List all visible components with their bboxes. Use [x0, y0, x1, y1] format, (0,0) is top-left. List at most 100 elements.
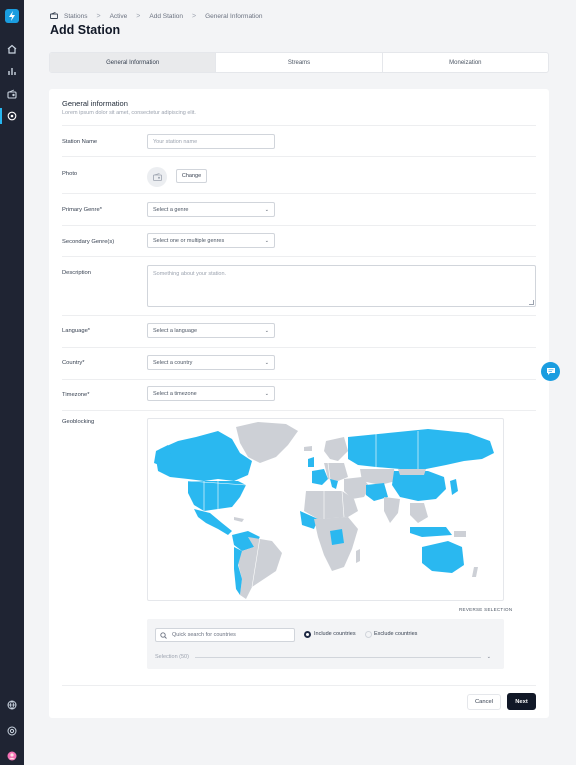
help-icon[interactable] — [6, 725, 18, 737]
primary-genre-label: Primary Genre* — [62, 207, 102, 213]
divider — [62, 256, 536, 257]
breadcrumb-item[interactable]: Add Station — [149, 13, 183, 20]
map-country — [304, 446, 312, 451]
divider — [62, 410, 536, 411]
section-title: General information — [62, 99, 128, 108]
geoblocking-label: Geoblocking — [62, 419, 95, 425]
divider — [62, 225, 536, 226]
chevron-down-icon: ⌄ — [264, 237, 269, 244]
chat-icon — [546, 367, 556, 376]
breadcrumb-item[interactable]: Stations — [64, 13, 88, 20]
chevron-down-icon: ⌄ — [264, 359, 269, 366]
page-title: Add Station — [50, 23, 121, 37]
exclude-countries-radio[interactable] — [365, 631, 372, 638]
timezone-select[interactable]: Select a timezone ⌄ — [147, 386, 275, 401]
map-country — [330, 529, 344, 545]
map-country — [188, 481, 246, 511]
section-subtitle: Lorem ipsum dolor sit amet, consectetur … — [62, 110, 196, 116]
map-country — [324, 437, 348, 461]
globe-icon[interactable] — [6, 699, 18, 711]
map-country — [422, 541, 464, 573]
map-country — [410, 503, 428, 523]
primary-genre-value: Select a genre — [153, 206, 189, 213]
map-country — [450, 479, 458, 495]
map-country — [194, 509, 232, 535]
map-country — [392, 471, 446, 501]
radio-icon — [152, 173, 162, 181]
country-search-placeholder: Quick search for countries — [172, 632, 236, 638]
map-country — [384, 497, 400, 523]
primary-genre-select[interactable]: Select a genre ⌄ — [147, 202, 275, 217]
selection-count: Selection (50) — [155, 654, 189, 660]
divider — [62, 685, 536, 686]
photo-label: Photo — [62, 171, 78, 177]
chevron-down-icon: ⌄ — [264, 206, 269, 213]
change-photo-button[interactable]: Change — [176, 169, 207, 183]
language-value: Select a language — [153, 327, 198, 334]
sidebar — [0, 0, 24, 765]
divider — [62, 379, 536, 380]
country-search-input[interactable]: Quick search for countries — [155, 628, 295, 642]
breadcrumb-item: General Information — [205, 13, 263, 20]
map-country — [454, 531, 466, 537]
map-country — [356, 549, 360, 563]
station-icon[interactable] — [6, 110, 18, 122]
tab-moneization[interactable]: Moneization — [383, 53, 548, 72]
chart-icon[interactable] — [6, 65, 18, 77]
secondary-genre-value: Select one or multiple genres — [153, 237, 225, 244]
map-country — [312, 469, 328, 485]
station-name-label: Station Name — [62, 139, 98, 145]
divider — [62, 125, 536, 126]
breadcrumb: Stations > Active > Add Station > Genera… — [50, 11, 263, 21]
timezone-label: Timezone* — [62, 392, 90, 398]
photo-placeholder — [147, 167, 167, 187]
radio-icon[interactable] — [6, 88, 18, 100]
divider — [62, 315, 536, 316]
breadcrumb-item[interactable]: Active — [110, 13, 128, 20]
tab-streams[interactable]: Streams — [216, 53, 383, 72]
next-button[interactable]: Next — [507, 693, 536, 710]
divider — [62, 193, 536, 194]
home-icon[interactable] — [6, 43, 18, 55]
description-label: Description — [62, 270, 91, 276]
resize-handle[interactable] — [529, 300, 534, 305]
country-value: Select a country — [153, 359, 193, 366]
map-country — [410, 527, 452, 537]
station-name-input[interactable]: Your station name — [147, 134, 275, 149]
bolt-icon[interactable] — [5, 9, 19, 23]
selection-summary[interactable]: Selection (50) ⌄ — [155, 653, 491, 661]
country-label: Country* — [62, 360, 85, 366]
form-card: General information Lorem ipsum dolor si… — [49, 89, 549, 718]
secondary-genre-select[interactable]: Select one or multiple genres ⌄ — [147, 233, 275, 248]
chevron-down-icon: ⌄ — [264, 390, 269, 397]
divider — [62, 347, 536, 348]
map-country — [348, 429, 494, 469]
sidebar-active-indicator — [0, 108, 2, 124]
include-countries-label[interactable]: Include countries — [314, 631, 356, 637]
station-icon — [50, 11, 58, 21]
language-select[interactable]: Select a language ⌄ — [147, 323, 275, 338]
map-country — [472, 567, 478, 577]
description-placeholder: Something about your station. — [153, 271, 227, 277]
geoblocking-panel: Quick search for countries Include count… — [147, 619, 504, 669]
cancel-button[interactable]: Cancel — [467, 694, 501, 710]
include-countries-radio[interactable] — [304, 631, 311, 638]
map-country — [234, 517, 244, 522]
world-map[interactable] — [147, 418, 504, 601]
exclude-countries-label[interactable]: Exclude countries — [374, 631, 417, 637]
country-select[interactable]: Select a country ⌄ — [147, 355, 275, 370]
chevron-down-icon: ⌄ — [264, 327, 269, 334]
description-textarea[interactable]: Something about your station. — [147, 265, 536, 307]
map-country — [398, 469, 426, 475]
tab-general-information[interactable]: General Information — [50, 53, 217, 72]
breadcrumb-separator: > — [136, 13, 141, 20]
avatar-icon[interactable] — [6, 750, 18, 762]
secondary-genre-label: Secondary Genre(s) — [62, 239, 115, 245]
reverse-selection-link[interactable]: REVERSE SELECTION — [459, 607, 512, 612]
map-country — [308, 457, 314, 467]
divider — [62, 156, 536, 157]
timezone-value: Select a timezone — [153, 390, 197, 397]
chat-button[interactable] — [541, 362, 560, 381]
chevron-down-icon[interactable]: ⌄ — [487, 654, 491, 660]
tab-bar: General Information Streams Moneization — [49, 52, 549, 73]
